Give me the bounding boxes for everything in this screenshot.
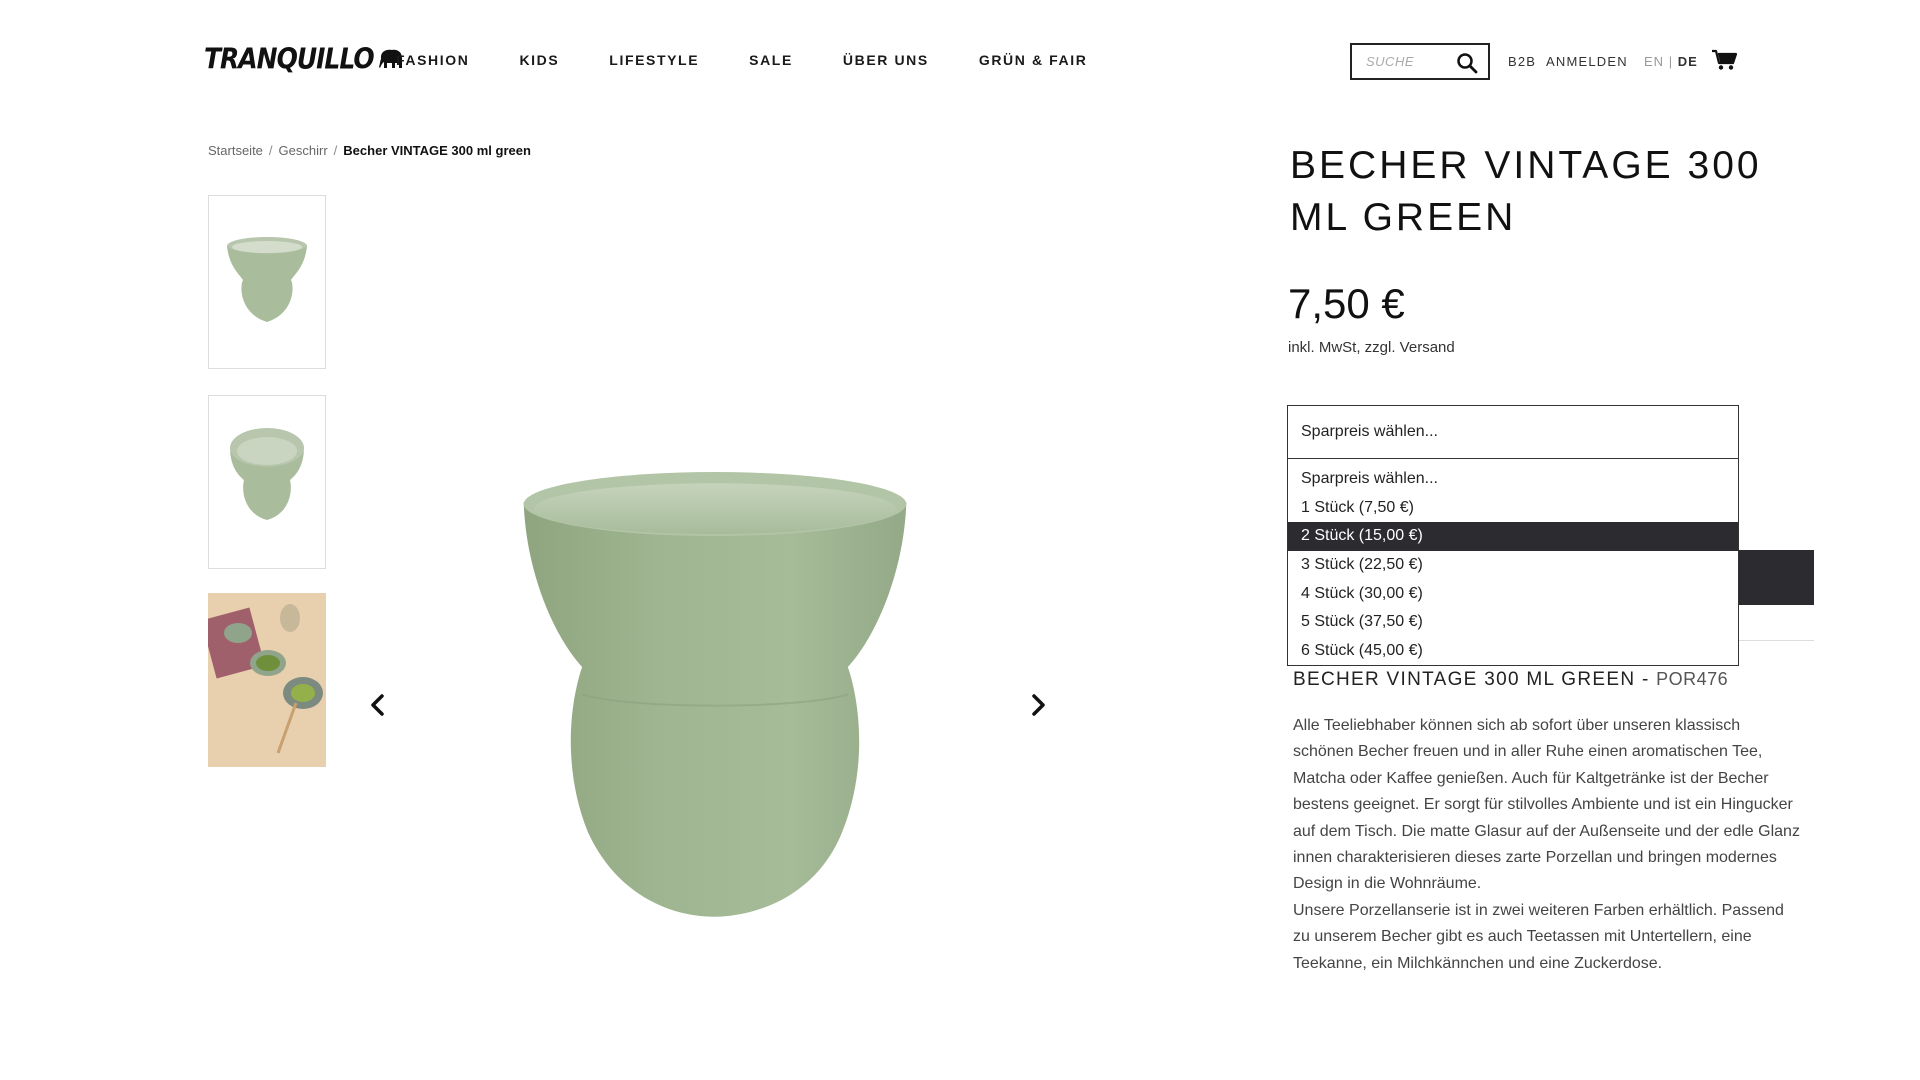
- next-image-arrow-icon[interactable]: [1026, 693, 1050, 717]
- lang-separator: |: [1668, 54, 1674, 69]
- logo[interactable]: TRANQUILLO: [204, 41, 404, 76]
- product-main-image: [523, 471, 907, 917]
- breadcrumb-category[interactable]: Geschirr: [279, 143, 328, 158]
- site-header: TRANQUILLO FASHION KIDS LIFESTYLE SALE Ü…: [0, 0, 1920, 125]
- nav-item-sale[interactable]: SALE: [749, 52, 793, 68]
- breadcrumb: Startseite / Geschirr / Becher VINTAGE 3…: [208, 143, 531, 158]
- dropdown-option-2-pieces[interactable]: 2 Stück (15,00 €): [1288, 522, 1738, 552]
- thumbnail-lifestyle[interactable]: [208, 593, 326, 767]
- product-price: 7,50 €: [1288, 280, 1405, 327]
- dropdown-option-6-pieces[interactable]: 6 Stück (45,00 €): [1288, 637, 1738, 666]
- savings-price-select[interactable]: Sparpreis wählen...: [1287, 405, 1739, 459]
- breadcrumb-home[interactable]: Startseite: [208, 143, 263, 158]
- dropdown-option-3-pieces[interactable]: 3 Stück (22,50 €): [1288, 551, 1738, 580]
- savings-price-dropdown: Sparpreis wählen... 1 Stück (7,50 €) 2 S…: [1287, 459, 1739, 666]
- main-nav: FASHION KIDS LIFESTYLE SALE ÜBER UNS GRÜ…: [396, 52, 1137, 68]
- nav-item-gruen-fair[interactable]: GRÜN & FAIR: [979, 52, 1088, 68]
- b2b-link[interactable]: B2B: [1508, 54, 1536, 69]
- product-sku-line: BECHER VINTAGE 300 ML GREEN - POR476: [1293, 669, 1728, 691]
- thumbnail-cup-top[interactable]: [208, 395, 326, 569]
- divider: [1739, 640, 1814, 641]
- cup-thumbnail-image: [227, 237, 307, 322]
- breadcrumb-current: Becher VINTAGE 300 ml green: [343, 143, 531, 158]
- lang-en[interactable]: EN: [1644, 54, 1664, 69]
- previous-image-arrow-icon[interactable]: [366, 693, 390, 717]
- logo-text: TRANQUILLO: [204, 41, 375, 76]
- search-icon[interactable]: [1456, 52, 1478, 74]
- breadcrumb-separator: /: [268, 143, 273, 158]
- sku-product-name: BECHER VINTAGE 300 ML GREEN: [1293, 669, 1636, 690]
- login-link[interactable]: ANMELDEN: [1546, 54, 1628, 69]
- product-title: BECHER VINTAGE 300 ML GREEN: [1290, 144, 1762, 239]
- nav-item-fashion[interactable]: FASHION: [396, 52, 469, 68]
- product-description: Alle Teeliebhaber können sich ab sofort …: [1293, 713, 1803, 977]
- sku-number: POR476: [1656, 669, 1729, 689]
- tax-note: inkl. MwSt, zzgl. Versand: [1288, 339, 1455, 356]
- nav-item-lifestyle[interactable]: LIFESTYLE: [609, 52, 699, 68]
- sku-separator: -: [1635, 669, 1657, 690]
- lifestyle-thumbnail-image: [208, 593, 326, 767]
- search-box: [1350, 43, 1490, 80]
- language-switch: EN | DE: [1644, 54, 1698, 69]
- dropdown-option-5-pieces[interactable]: 5 Stück (37,50 €): [1288, 608, 1738, 637]
- nav-item-ueber-uns[interactable]: ÜBER UNS: [843, 52, 929, 68]
- thumbnail-cup-front[interactable]: [208, 195, 326, 369]
- cup-thumbnail-top-image: [230, 428, 304, 520]
- cart-icon[interactable]: [1712, 49, 1737, 71]
- dropdown-option-1-piece[interactable]: 1 Stück (7,50 €): [1288, 494, 1738, 523]
- breadcrumb-separator: /: [333, 143, 338, 158]
- search-input[interactable]: [1366, 46, 1462, 77]
- nav-item-kids[interactable]: KIDS: [519, 52, 559, 68]
- dropdown-option-placeholder[interactable]: Sparpreis wählen...: [1288, 465, 1738, 494]
- dropdown-option-4-pieces[interactable]: 4 Stück (30,00 €): [1288, 580, 1738, 609]
- description-paragraph-2: Unsere Porzellanserie ist in zwei weiter…: [1293, 901, 1784, 972]
- description-paragraph: Alle Teeliebhaber können sich ab sofort …: [1293, 717, 1800, 893]
- add-to-cart-button[interactable]: [1739, 550, 1814, 605]
- lang-de[interactable]: DE: [1678, 54, 1698, 69]
